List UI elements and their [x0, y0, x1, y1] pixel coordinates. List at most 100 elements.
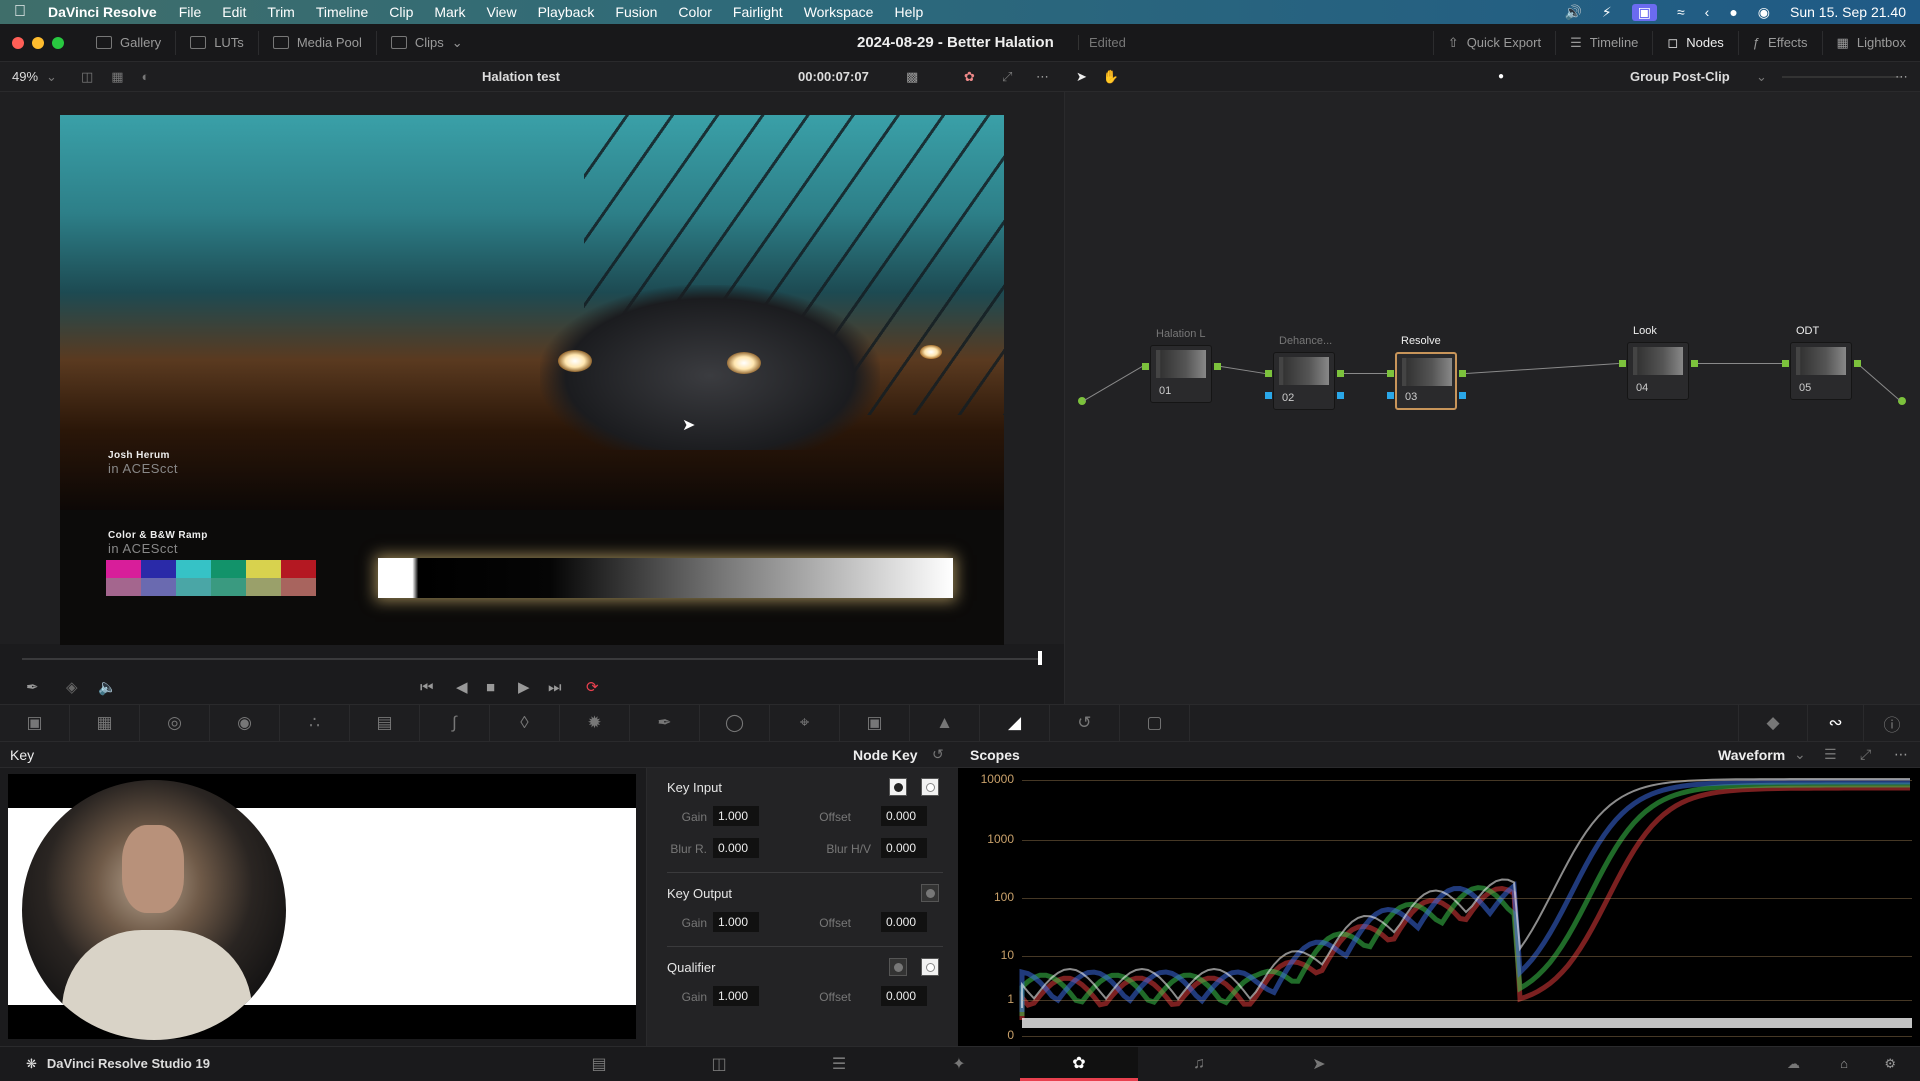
- menu-timeline[interactable]: Timeline: [316, 4, 368, 20]
- motion-effects-icon[interactable]: ▤: [350, 705, 420, 741]
- scope-settings-icon[interactable]: ☰: [1824, 746, 1837, 763]
- hq-icon[interactable]: ▩: [906, 69, 918, 85]
- page-deliver[interactable]: ➤: [1260, 1047, 1378, 1081]
- node-zoom-slider[interactable]: [1782, 76, 1902, 78]
- quick-export-button[interactable]: ⇧ Quick Export: [1432, 30, 1555, 55]
- key-icon[interactable]: ◢: [980, 705, 1050, 741]
- node-input-port[interactable]: [1142, 363, 1149, 370]
- eyedropper-icon[interactable]: ✒: [26, 678, 39, 696]
- node-05[interactable]: 05: [1790, 342, 1852, 400]
- window-icon[interactable]: ◯: [700, 705, 770, 741]
- key-input-blur-hv-field[interactable]: 0.000: [881, 838, 927, 858]
- tracker-icon[interactable]: ⌖: [770, 705, 840, 741]
- menu-clip[interactable]: Clip: [389, 4, 413, 20]
- menu-fusion[interactable]: Fusion: [615, 4, 657, 20]
- skip-end-button[interactable]: ⏭: [548, 679, 562, 696]
- menu-edit[interactable]: Edit: [222, 4, 246, 20]
- curves-icon[interactable]: ∫: [420, 705, 490, 741]
- scrubber-bar[interactable]: [22, 658, 1040, 660]
- cloud-icon[interactable]: ☁: [1787, 1056, 1800, 1072]
- play-button[interactable]: ▶: [518, 678, 530, 696]
- hdr-wheels-icon[interactable]: ◉: [210, 705, 280, 741]
- menu-trim[interactable]: Trim: [267, 4, 294, 20]
- wipe-icon[interactable]: ◐: [142, 69, 150, 84]
- source-timecode[interactable]: 00:00:07:07: [798, 69, 869, 84]
- qualifier-offset-field[interactable]: 0.000: [881, 986, 927, 1006]
- warper-mesh-icon[interactable]: ✹: [560, 705, 630, 741]
- gallery-button[interactable]: Gallery: [82, 30, 177, 55]
- color-match-icon[interactable]: ▦: [70, 705, 140, 741]
- control-center-icon[interactable]: ●: [1729, 4, 1737, 20]
- menu-help[interactable]: Help: [894, 4, 923, 20]
- graph-output-port[interactable]: [1898, 397, 1906, 405]
- menu-mark[interactable]: Mark: [434, 4, 465, 20]
- node-02[interactable]: 02: [1273, 352, 1335, 410]
- loop-button[interactable]: ⟳: [586, 678, 599, 696]
- key-output-offset-field[interactable]: 0.000: [881, 912, 927, 932]
- info-icon[interactable]: ⓘ: [1864, 705, 1920, 741]
- screen-share-icon[interactable]: ▣: [1631, 3, 1657, 21]
- pointer-tool-icon[interactable]: ➤: [1076, 69, 1087, 85]
- media-pool-button[interactable]: Media Pool: [259, 30, 377, 55]
- magic-mask-icon[interactable]: ▣: [840, 705, 910, 741]
- node-mode-dropdown[interactable]: Group Post-Clip: [1630, 69, 1730, 84]
- page-cut[interactable]: ◫: [660, 1047, 778, 1081]
- node-output-port[interactable]: [1337, 370, 1344, 377]
- volume-icon[interactable]: 🔈: [98, 678, 117, 696]
- key-input-invert-toggle[interactable]: [889, 778, 907, 796]
- apple-icon[interactable]: : [14, 3, 26, 21]
- more-icon[interactable]: ⋯: [1895, 69, 1908, 85]
- menu-view[interactable]: View: [486, 4, 516, 20]
- battery-icon[interactable]: ⚡: [1602, 4, 1612, 21]
- page-edit[interactable]: ☰: [780, 1047, 898, 1081]
- page-dot-icon[interactable]: ●: [1498, 71, 1504, 82]
- page-media[interactable]: ▤: [540, 1047, 658, 1081]
- key-input-offset-field[interactable]: 0.000: [881, 806, 927, 826]
- timeline-button[interactable]: ☰ Timeline: [1555, 30, 1652, 55]
- reset-icon[interactable]: ↺: [932, 746, 944, 763]
- video-frame[interactable]: Josh Herum in ACEScct Color & B&W Ramp i…: [60, 115, 1004, 645]
- key-input-gain-field[interactable]: 1.000: [713, 806, 759, 826]
- menu-file[interactable]: File: [179, 4, 202, 20]
- key-input-mask-toggle[interactable]: [921, 778, 939, 796]
- page-color[interactable]: ✿: [1020, 1047, 1138, 1081]
- camera-raw-icon[interactable]: ▣: [0, 705, 70, 741]
- node-input-port[interactable]: [1387, 370, 1394, 377]
- viewer[interactable]: Josh Herum in ACEScct Color & B&W Ramp i…: [0, 92, 1064, 645]
- close-window-button[interactable]: [12, 36, 24, 49]
- qualifier-gain-field[interactable]: 1.000: [713, 986, 759, 1006]
- wifi-icon[interactable]: ≈: [1677, 4, 1685, 20]
- node-03[interactable]: 03: [1395, 352, 1457, 410]
- volume-icon[interactable]: 🔊: [1564, 4, 1581, 21]
- clips-button[interactable]: Clips ⌄: [377, 31, 477, 55]
- split-view-icon[interactable]: ◫: [81, 69, 93, 85]
- layers-icon[interactable]: ◈: [66, 678, 78, 696]
- scope-type-dropdown[interactable]: Waveform: [1718, 747, 1785, 763]
- hand-tool-icon[interactable]: ✋: [1103, 69, 1119, 85]
- qualifier-mask-toggle[interactable]: [921, 958, 939, 976]
- home-icon[interactable]: ⌂: [1840, 1056, 1848, 1071]
- menu-color[interactable]: Color: [678, 4, 711, 20]
- scopes-icon[interactable]: ∾: [1808, 705, 1864, 741]
- node-04[interactable]: 04: [1627, 342, 1689, 400]
- node-key-output-port[interactable]: [1459, 392, 1466, 399]
- node-key-input-port[interactable]: [1387, 392, 1394, 399]
- node-input-port[interactable]: [1619, 360, 1626, 367]
- sizing-icon[interactable]: ↺: [1050, 705, 1120, 741]
- color-wheel-icon[interactable]: ✿: [964, 69, 975, 85]
- node-output-port[interactable]: [1459, 370, 1466, 377]
- node-01[interactable]: 01: [1150, 345, 1212, 403]
- fullscreen-icon[interactable]: ⤢: [1002, 69, 1012, 85]
- playhead[interactable]: [1038, 651, 1042, 665]
- menu-workspace[interactable]: Workspace: [804, 4, 874, 20]
- zoom-window-button[interactable]: [52, 36, 64, 49]
- node-key-output-port[interactable]: [1337, 392, 1344, 399]
- minimize-window-button[interactable]: [32, 36, 44, 49]
- node-key-input-port[interactable]: [1265, 392, 1272, 399]
- rgb-mixer-icon[interactable]: ∴: [280, 705, 350, 741]
- reverse-play-button[interactable]: ◀: [456, 678, 468, 696]
- stop-button[interactable]: ■: [486, 679, 495, 696]
- blur-icon[interactable]: ▲: [910, 705, 980, 741]
- menu-playback[interactable]: Playback: [538, 4, 595, 20]
- more-icon[interactable]: ⋯: [1894, 746, 1908, 763]
